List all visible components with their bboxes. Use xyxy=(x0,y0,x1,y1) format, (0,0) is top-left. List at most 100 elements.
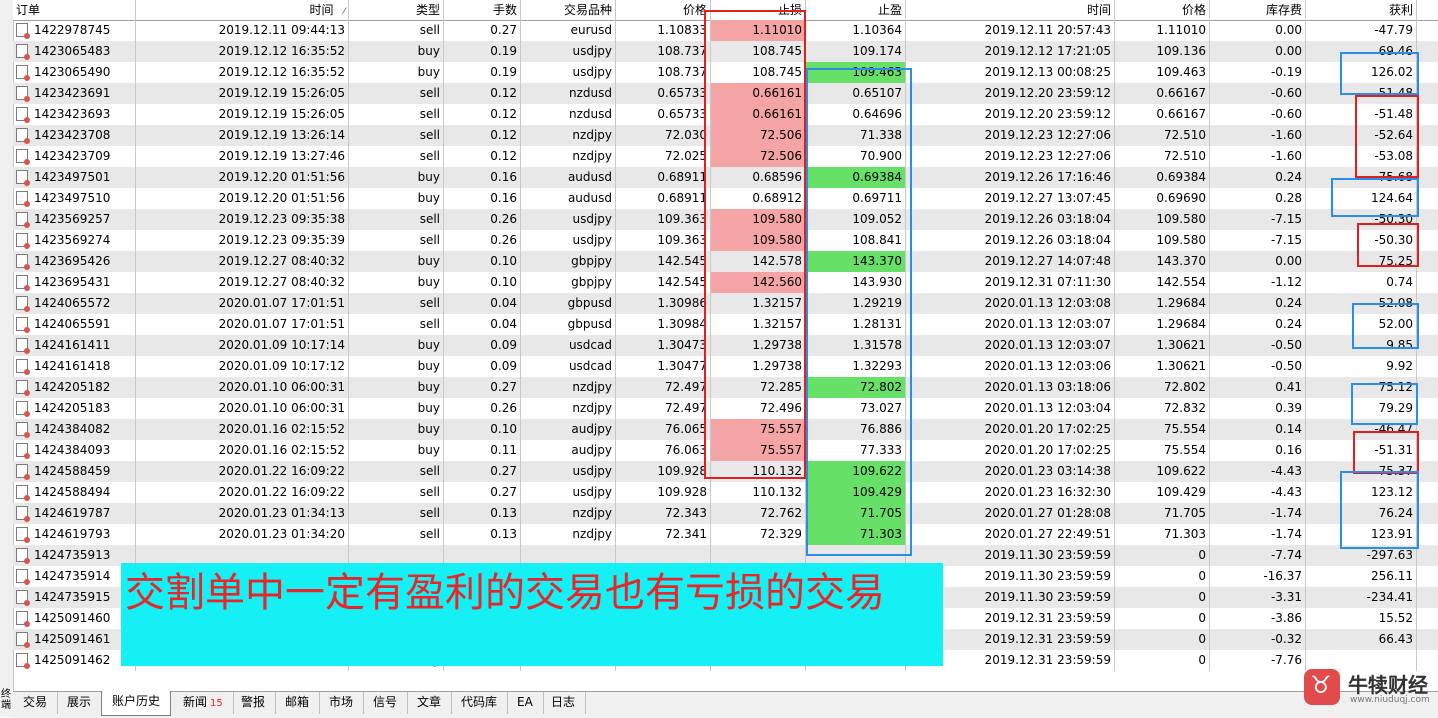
table-row[interactable]: 1423423691 2019.12.19 15:26:05 sell 0.12 nzd… xyxy=(13,83,1438,104)
table-row[interactable]: 1424161418 2020.01.09 10:17:12 buy 0.09 usdc… xyxy=(13,356,1438,377)
col-swap-header[interactable]: 库存费 xyxy=(1210,0,1306,20)
table-row[interactable]: 1423423708 2019.12.19 13:26:14 sell 0.12 nzd… xyxy=(13,125,1438,146)
table-row[interactable]: 1424384082 2020.01.16 02:15:52 buy 0.10 audj… xyxy=(13,419,1438,440)
table-row[interactable]: 1424161411 2020.01.09 10:17:14 buy 0.09 usdc… xyxy=(13,335,1438,356)
cell-take-profit: 1.28131 xyxy=(806,314,906,335)
cell-swap: 0.16 xyxy=(1210,440,1306,461)
symbol-value: nzdjpy xyxy=(572,128,612,142)
tab-1[interactable]: 展示 xyxy=(57,692,103,714)
tab-label: 警报 xyxy=(241,695,266,709)
open-time-value: 2019.12.23 09:35:38 xyxy=(218,212,345,226)
table-row[interactable]: 1424619793 2020.01.23 01:34:20 sell 0.13 nzd… xyxy=(13,524,1438,545)
col-type-header[interactable]: 类型 xyxy=(349,0,444,20)
order-value: 1424205182 xyxy=(34,380,111,394)
cell-profit: 9.85 xyxy=(1306,335,1417,356)
profit-value: 0.74 xyxy=(1386,275,1413,289)
cell-spacer xyxy=(1417,461,1438,482)
cell-close-time: 2019.12.12 17:21:05 xyxy=(906,41,1115,62)
tab-0[interactable]: 交易 xyxy=(13,692,59,714)
col-open-price-header[interactable]: 价格 xyxy=(616,0,711,20)
order-value: 1423423708 xyxy=(34,128,111,142)
cell-order: 1424065591 xyxy=(13,314,136,335)
table-row[interactable]: 1424065572 2020.01.07 17:01:51 sell 0.04 gbp… xyxy=(13,293,1438,314)
tab-11[interactable]: 日志 xyxy=(541,692,587,714)
col-close-price-header[interactable]: 价格 xyxy=(1115,0,1210,20)
col-open-time-header[interactable]: 时间 ⁄ xyxy=(136,0,349,20)
col-take-profit-header[interactable]: 止盈 xyxy=(806,0,906,20)
stop-loss-value: 110.132 xyxy=(752,464,802,478)
tab-2[interactable]: 账户历史 xyxy=(101,691,172,716)
cell-order: 1424205182 xyxy=(13,377,136,398)
close-price-value: 72.510 xyxy=(1164,149,1206,163)
cell-lots: 0.27 xyxy=(444,20,521,41)
col-lots-header[interactable]: 手数 xyxy=(444,0,521,20)
cell-close-price: 142.554 xyxy=(1115,272,1210,293)
table-row[interactable]: 1423065490 2019.12.12 16:35:52 buy 0.19 usdj… xyxy=(13,62,1438,83)
cell-lots: 0.11 xyxy=(444,440,521,461)
tab-10[interactable]: EA xyxy=(507,692,544,714)
lots-value: 0.09 xyxy=(490,338,517,352)
close-time-value: 2020.01.13 12:03:08 xyxy=(984,296,1111,310)
table-row[interactable]: 1423423709 2019.12.19 13:27:46 sell 0.12 nzd… xyxy=(13,146,1438,167)
table-row[interactable]: 1424588459 2020.01.22 16:09:22 sell 0.27 usd… xyxy=(13,461,1438,482)
table-row[interactable]: 1423569257 2019.12.23 09:35:38 sell 0.26 usd… xyxy=(13,209,1438,230)
table-row[interactable]: 1423497501 2019.12.20 01:51:56 buy 0.16 audu… xyxy=(13,167,1438,188)
close-price-value: 0 xyxy=(1198,590,1206,604)
table-row[interactable]: 1423695426 2019.12.27 08:40:32 buy 0.10 gbpj… xyxy=(13,251,1438,272)
tab-3[interactable]: 新闻 15 xyxy=(173,692,234,714)
cell-close-price: 72.832 xyxy=(1115,398,1210,419)
tab-8[interactable]: 文章 xyxy=(407,692,453,714)
col-order-header[interactable]: 订单 xyxy=(13,0,136,20)
cell-symbol: usdjpy xyxy=(521,230,616,251)
col-stop-loss-header[interactable]: 止损 xyxy=(711,0,806,20)
table-row[interactable]: 1424588494 2020.01.22 16:09:22 sell 0.27 usd… xyxy=(13,482,1438,503)
open-time-value: 2020.01.22 16:09:22 xyxy=(218,464,345,478)
table-row[interactable]: 1423569274 2019.12.23 09:35:39 sell 0.26 usd… xyxy=(13,230,1438,251)
cell-open-price: 1.30986 xyxy=(616,293,711,314)
symbol-value: eurusd xyxy=(570,23,612,37)
profit-value: -53.08 xyxy=(1374,149,1413,163)
table-row[interactable]: 1424205183 2020.01.10 06:00:31 buy 0.26 nzdj… xyxy=(13,398,1438,419)
lots-value: 0.27 xyxy=(490,380,517,394)
cell-close-price: 72.510 xyxy=(1115,146,1210,167)
take-profit-value: 108.841 xyxy=(852,233,902,247)
table-row[interactable]: 1424619787 2020.01.23 01:34:13 sell 0.13 nzd… xyxy=(13,503,1438,524)
col-profit-header[interactable]: 获利 xyxy=(1306,0,1417,20)
cell-close-price: 109.622 xyxy=(1115,461,1210,482)
cell-swap: 0.00 xyxy=(1210,41,1306,62)
col-symbol-header[interactable]: 交易品种 xyxy=(521,0,616,20)
tab-4[interactable]: 警报 xyxy=(231,692,277,714)
toolbox-side-strip[interactable]: 终端 xyxy=(0,0,14,717)
cell-take-profit: 143.930 xyxy=(806,272,906,293)
profit-value: 126.02 xyxy=(1371,65,1413,79)
closed-order-icon xyxy=(16,148,30,165)
cell-order: 1424205183 xyxy=(13,398,136,419)
tab-9[interactable]: 代码库 xyxy=(451,692,509,714)
table-row[interactable]: 1424205182 2020.01.10 06:00:31 buy 0.27 nzdj… xyxy=(13,377,1438,398)
table-row[interactable]: 1422978745 2019.12.11 09:44:13 sell 0.27 eur… xyxy=(13,20,1438,41)
table-row[interactable]: 1423065483 2019.12.12 16:35:52 buy 0.19 usdj… xyxy=(13,41,1438,62)
table-row[interactable]: 1423695431 2019.12.27 08:40:32 buy 0.10 gbpj… xyxy=(13,272,1438,293)
cell-lots: 0.04 xyxy=(444,293,521,314)
cell-close-time: 2020.01.13 12:03:07 xyxy=(906,314,1115,335)
close-price-value: 75.554 xyxy=(1164,443,1206,457)
table-row[interactable]: 1424384093 2020.01.16 02:15:52 buy 0.11 audj… xyxy=(13,440,1438,461)
swap-value: 0.24 xyxy=(1275,317,1302,331)
col-close-time-header[interactable]: 时间 xyxy=(906,0,1115,20)
table-row[interactable]: 1423497510 2019.12.20 01:51:56 buy 0.16 audu… xyxy=(13,188,1438,209)
tab-5[interactable]: 邮箱 xyxy=(275,692,321,714)
cell-lots: 0.12 xyxy=(444,125,521,146)
close-time-value: 2019.12.20 23:59:12 xyxy=(984,107,1111,121)
table-row[interactable]: 1423423693 2019.12.19 15:26:05 sell 0.12 nzd… xyxy=(13,104,1438,125)
cell-lots: 0.12 xyxy=(444,104,521,125)
tab-label: 新闻 xyxy=(183,695,208,709)
cell-swap: -1.12 xyxy=(1210,272,1306,293)
cell-profit: -51.48 xyxy=(1306,104,1417,125)
cell-type: buy xyxy=(349,188,444,209)
symbol-value: nzdjpy xyxy=(572,380,612,394)
cell-close-time: 2019.12.31 07:11:30 xyxy=(906,272,1115,293)
type-value: buy xyxy=(417,275,440,289)
tab-7[interactable]: 信号 xyxy=(363,692,409,714)
tab-6[interactable]: 市场 xyxy=(319,692,365,714)
table-row[interactable]: 1424065591 2020.01.07 17:01:51 sell 0.04 gbp… xyxy=(13,314,1438,335)
